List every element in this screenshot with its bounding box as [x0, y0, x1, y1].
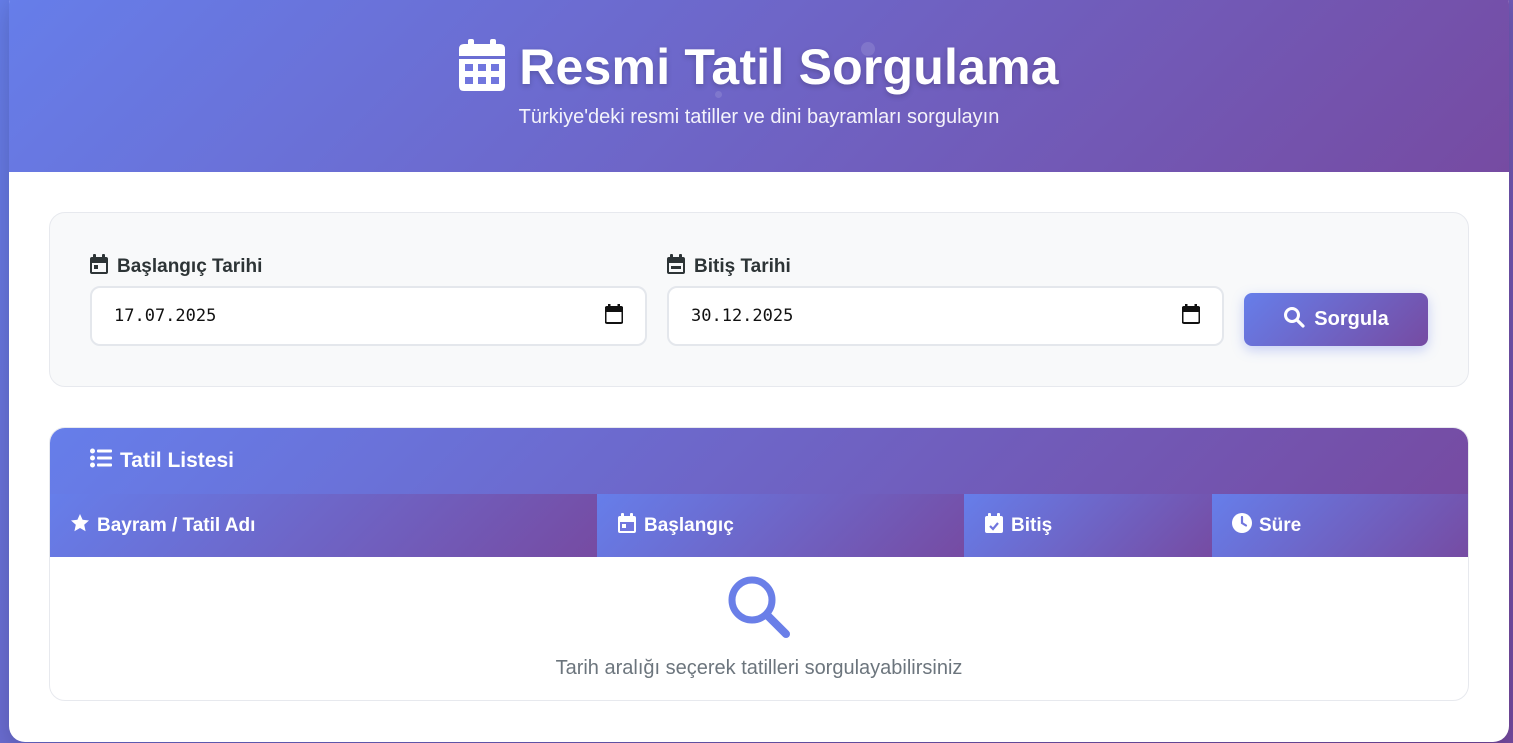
clock-icon [1232, 512, 1252, 539]
calendar-icon [90, 254, 108, 280]
start-date-label-text: Başlangıç Tarihi [117, 256, 263, 277]
column-header-duration-label: Süre [1259, 514, 1302, 536]
page-subtitle: Türkiye'deki resmi tatiller ve dini bayr… [518, 106, 1000, 128]
column-header-end[interactable]: Bitiş [964, 494, 1212, 557]
start-date-label: Başlangıç Tarihi [90, 254, 262, 280]
table-header-row: Bayram / Tatil Adı Başlangıç Bitiş Süre [50, 494, 1468, 557]
title-row: Resmi Tatil Sorgulama [9, 38, 1509, 96]
search-button-label: Sorgula [1314, 308, 1389, 330]
list-icon [90, 448, 112, 474]
search-button[interactable]: Sorgula [1244, 293, 1428, 346]
page-header: Resmi Tatil Sorgulama Türkiye'deki resmi… [9, 0, 1509, 172]
star-icon [70, 513, 90, 539]
start-date-input[interactable]: 17.07.2025 [90, 286, 647, 346]
column-header-name[interactable]: Bayram / Tatil Adı [50, 494, 597, 557]
holiday-list-title: Tatil Listesi [120, 449, 234, 472]
empty-state-message: Tarih aralığı seçerek tatilleri sorgulay… [555, 657, 963, 679]
holiday-list-header: Tatil Listesi [50, 428, 1468, 494]
calendar-picker-icon[interactable] [604, 303, 624, 329]
column-header-start[interactable]: Başlangıç [597, 494, 964, 557]
date-range-form: Başlangıç Tarihi 17.07.2025 Bitiş Tarihi… [49, 212, 1469, 387]
end-date-input[interactable]: 30.12.2025 [667, 286, 1224, 346]
column-header-start-label: Başlangıç [644, 514, 734, 536]
end-date-value[interactable]: 30.12.2025 [691, 306, 793, 326]
column-header-name-label: Bayram / Tatil Adı [97, 514, 256, 536]
end-date-label: Bitiş Tarihi [667, 254, 791, 280]
start-date-value[interactable]: 17.07.2025 [114, 306, 216, 326]
calendar-icon [459, 38, 506, 96]
calendar-check-icon [984, 512, 1004, 539]
app-card: Resmi Tatil Sorgulama Türkiye'deki resmi… [9, 0, 1509, 742]
holiday-list-panel: Tatil Listesi Bayram / Tatil Adı Başlang… [49, 427, 1469, 701]
column-header-end-label: Bitiş [1011, 514, 1053, 536]
calendar-picker-icon[interactable] [1181, 303, 1201, 329]
search-icon [1283, 306, 1305, 334]
calendar-minus-icon [667, 254, 685, 280]
calendar-icon [617, 512, 637, 539]
end-date-label-text: Bitiş Tarihi [694, 256, 791, 277]
search-icon [726, 574, 792, 640]
column-header-duration[interactable]: Süre [1212, 494, 1468, 557]
page-title: Resmi Tatil Sorgulama [519, 39, 1059, 95]
